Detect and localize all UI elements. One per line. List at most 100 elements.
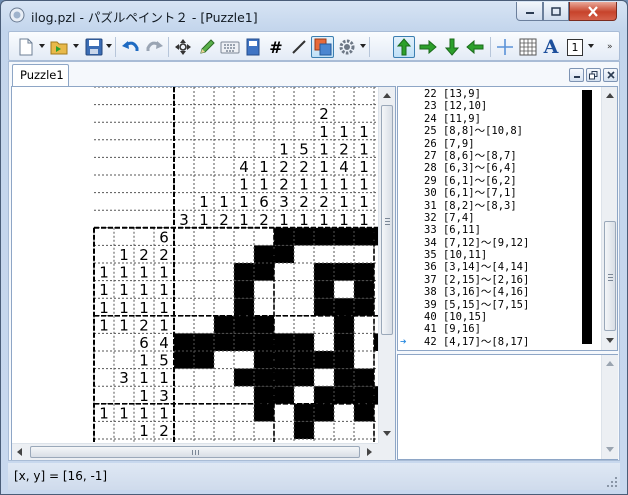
column-clue[interactable]: 1 xyxy=(199,193,209,211)
row-clue[interactable]: 1 xyxy=(119,316,129,334)
history-row[interactable]: 40 [10,15] xyxy=(398,311,598,323)
filled-cell[interactable] xyxy=(274,227,294,246)
undo-button[interactable] xyxy=(120,36,142,58)
column-clue[interactable]: 1 xyxy=(359,176,369,194)
column-clue[interactable]: 2 xyxy=(299,158,309,176)
column-clue[interactable]: 2 xyxy=(259,211,269,229)
filled-cell[interactable] xyxy=(334,263,354,281)
filled-cell[interactable] xyxy=(254,245,274,263)
history-row[interactable]: 27 [8,6]～[8,7] xyxy=(398,150,598,162)
history-vscroll-thumb[interactable] xyxy=(604,221,616,331)
move-right-button[interactable] xyxy=(417,36,439,58)
line-tool-button[interactable] xyxy=(288,36,310,58)
filled-cell[interactable] xyxy=(314,263,334,281)
row-clue[interactable]: 6 xyxy=(139,334,149,352)
filled-cell[interactable] xyxy=(254,315,274,334)
cell-select-tool-button[interactable] xyxy=(311,36,334,58)
filled-cell[interactable] xyxy=(274,351,294,369)
row-clue[interactable]: 1 xyxy=(99,316,109,334)
settings-button[interactable] xyxy=(336,36,358,58)
row-clue[interactable]: 1 xyxy=(159,316,169,334)
filled-cell[interactable] xyxy=(354,368,374,387)
row-clue[interactable]: 1 xyxy=(119,246,129,264)
history-list[interactable]: 22 [13,9] 23 [12,10] 24 [11,9] 25 [8,8]～[10… xyxy=(398,88,598,348)
history-row[interactable]: 23 [12,10] xyxy=(398,100,598,112)
move-down-button[interactable] xyxy=(441,36,463,58)
scroll-up-arrow[interactable] xyxy=(606,93,614,98)
board-vertical-scrollbar[interactable] xyxy=(378,87,395,443)
filled-cell[interactable] xyxy=(354,403,374,422)
filled-cell[interactable] xyxy=(314,280,334,299)
filled-cell[interactable] xyxy=(294,368,314,387)
scroll-left-arrow[interactable] xyxy=(17,448,22,456)
row-clue[interactable]: 1 xyxy=(159,264,169,282)
toolbar-overflow-chevron[interactable]: » xyxy=(607,42,613,52)
row-clue[interactable]: 1 xyxy=(139,352,149,370)
row-clue[interactable]: 1 xyxy=(159,404,169,422)
puzzle-board[interactable]: 2111151212412214111121111151116322111111… xyxy=(12,87,378,442)
column-clue[interactable]: 1 xyxy=(319,211,329,229)
filled-cell[interactable] xyxy=(234,263,254,281)
row-clue[interactable]: 2 xyxy=(159,422,169,440)
filled-cell[interactable] xyxy=(234,315,254,334)
filled-cell[interactable] xyxy=(274,386,294,404)
row-clue[interactable]: 1 xyxy=(119,299,129,317)
history-row[interactable]: 34 [7,12]～[9,12] xyxy=(398,237,598,249)
board-hscroll-thumb[interactable] xyxy=(30,446,360,458)
scroll-down-arrow[interactable] xyxy=(606,447,614,452)
history-row[interactable]: ➔ 42 [4,17]～[8,17] xyxy=(398,335,598,348)
column-clue[interactable]: 1 xyxy=(299,211,309,229)
filled-cell[interactable] xyxy=(314,298,334,316)
new-file-button[interactable] xyxy=(15,36,37,58)
history-row[interactable]: 38 [3,16]～[4,16] xyxy=(398,286,598,298)
column-clue[interactable]: 1 xyxy=(359,211,369,229)
column-clue[interactable]: 1 xyxy=(259,158,269,176)
column-clue[interactable]: 3 xyxy=(179,211,189,229)
column-clue[interactable]: 1 xyxy=(239,211,249,229)
filled-cell[interactable] xyxy=(194,333,214,351)
history-row[interactable]: 30 [6,1]～[7,1] xyxy=(398,187,598,199)
tab-puzzle1[interactable]: Puzzle1 xyxy=(12,64,69,86)
filled-cell[interactable] xyxy=(194,351,214,369)
history-row[interactable]: 32 [7,4] xyxy=(398,212,598,224)
column-clue[interactable]: 1 xyxy=(319,176,329,194)
history-vertical-scrollbar[interactable] xyxy=(601,87,617,350)
filled-cell[interactable] xyxy=(334,315,354,334)
column-clue[interactable]: 2 xyxy=(339,140,349,158)
memo-tool-button[interactable] xyxy=(242,36,264,58)
row-clue[interactable]: 1 xyxy=(139,264,149,282)
filled-cell[interactable] xyxy=(214,333,234,351)
save-button[interactable] xyxy=(83,36,105,58)
filled-cell[interactable] xyxy=(254,351,274,369)
keyboard-tool-button[interactable] xyxy=(219,36,241,58)
row-clue[interactable]: 1 xyxy=(139,404,149,422)
row-clue[interactable]: 1 xyxy=(99,264,109,282)
column-clue[interactable]: 1 xyxy=(359,193,369,211)
history-row[interactable]: 26 [7,9] xyxy=(398,138,598,150)
filled-cell[interactable] xyxy=(334,351,354,369)
filled-cell[interactable] xyxy=(174,333,194,351)
column-clue[interactable]: 1 xyxy=(339,193,349,211)
column-clue[interactable]: 2 xyxy=(219,211,229,229)
title-bar[interactable]: ilog.pzl - パズルペイント２ - [Puzzle1] xyxy=(1,1,627,30)
filled-cell[interactable] xyxy=(294,403,314,422)
column-clue[interactable]: 1 xyxy=(199,211,209,229)
save-dropdown-arrow[interactable] xyxy=(106,44,112,48)
redo-button[interactable] xyxy=(143,36,165,58)
filled-cell[interactable] xyxy=(274,333,294,351)
column-clue[interactable]: 1 xyxy=(219,193,229,211)
row-clue[interactable]: 3 xyxy=(119,369,129,387)
column-clue[interactable]: 1 xyxy=(259,176,269,194)
row-clue[interactable]: 1 xyxy=(99,299,109,317)
filled-cell[interactable] xyxy=(254,368,274,387)
history-row[interactable]: 29 [6,1]～[6,2] xyxy=(398,175,598,187)
row-clue[interactable]: 6 xyxy=(159,228,169,246)
row-clue[interactable]: 1 xyxy=(159,281,169,299)
column-clue[interactable]: 1 xyxy=(319,158,329,176)
scroll-down-arrow[interactable] xyxy=(383,431,391,436)
open-file-button[interactable] xyxy=(49,36,71,58)
row-clue[interactable]: 1 xyxy=(159,369,169,387)
font-button[interactable]: A xyxy=(540,36,562,58)
resize-grip-icon[interactable] xyxy=(606,476,618,488)
column-clue[interactable]: 1 xyxy=(359,140,369,158)
